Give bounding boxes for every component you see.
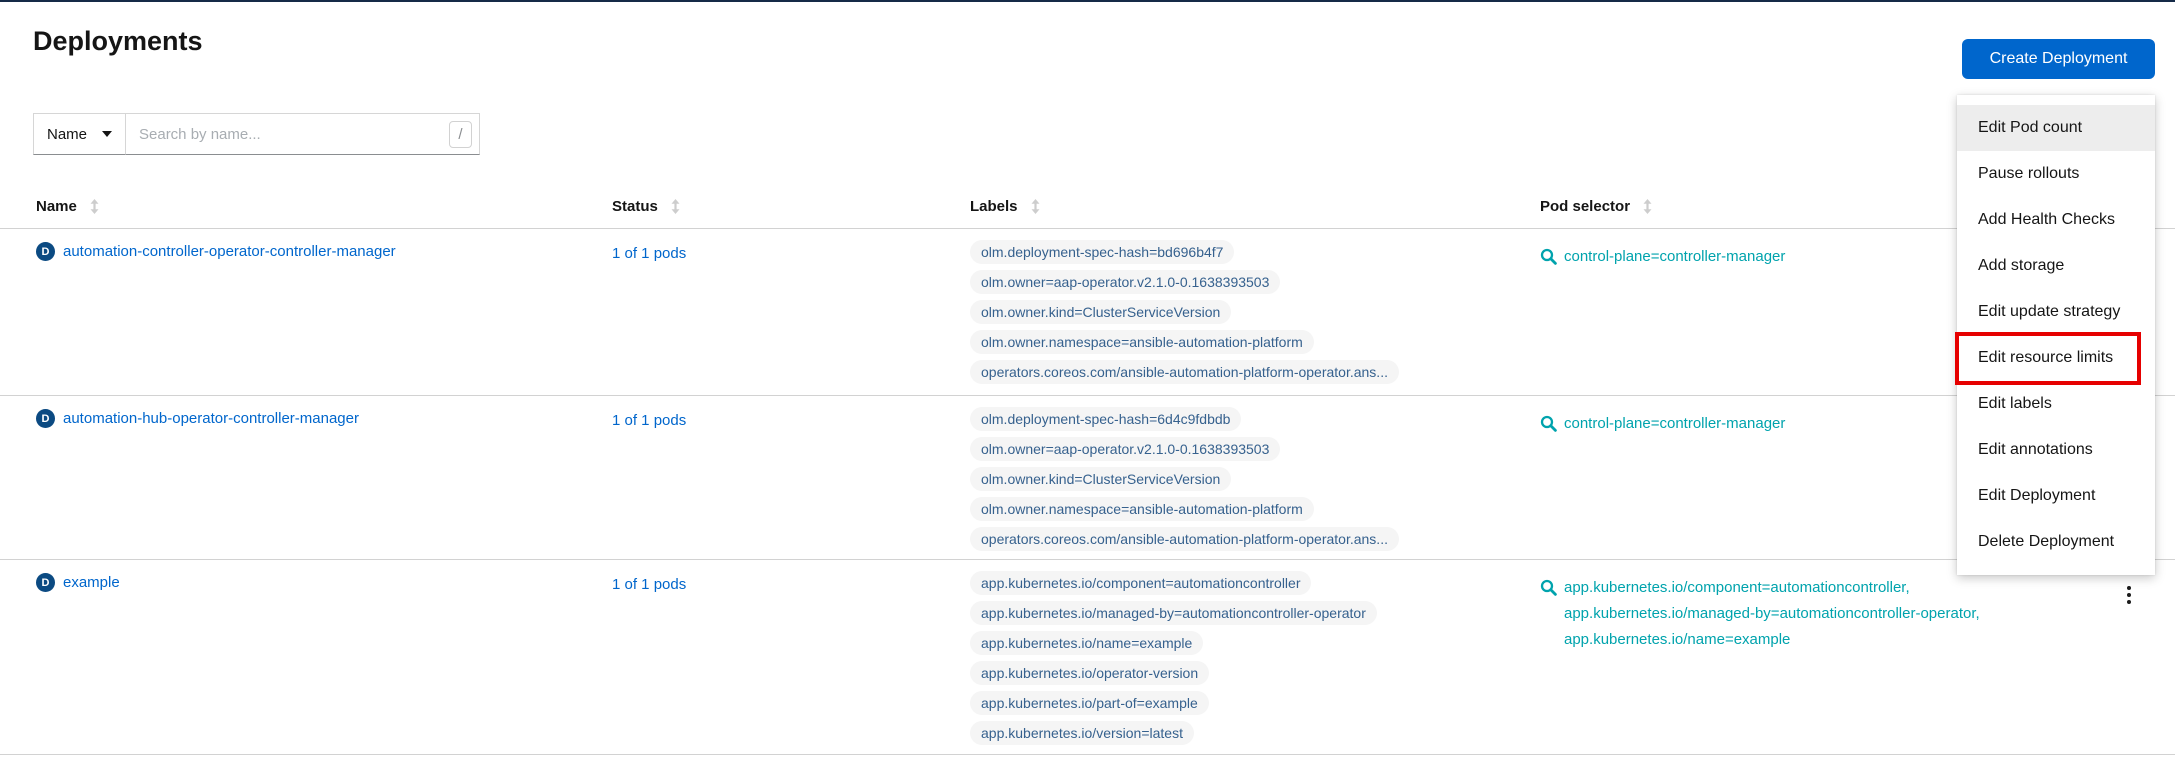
search-icon [1540, 411, 1557, 437]
label-pill[interactable]: app.kubernetes.io/part-of=example [970, 691, 1209, 715]
pod-selector-text: control-plane=controller-manager [1564, 411, 1785, 437]
name-cell: Dautomation-controller-operator-controll… [36, 242, 396, 261]
pod-selector-line: control-plane=controller-manager [1564, 244, 1785, 270]
deployments-page: Deployments Create Deployment Name / Nam… [0, 0, 2175, 765]
table-body: Dautomation-controller-operator-controll… [0, 229, 2175, 755]
labels-cell: olm.deployment-spec-hash=bd696b4f7 olm.ow… [970, 240, 1399, 384]
window-top-edge [0, 0, 2175, 2]
search-icon [1540, 575, 1557, 653]
search-input[interactable] [126, 114, 449, 154]
menu-item-edit-update-strategy[interactable]: Edit update strategy [1957, 289, 2155, 335]
column-header-label: Pod selector [1540, 198, 1630, 215]
menu-item-edit-pod-count[interactable]: Edit Pod count [1957, 105, 2155, 151]
pod-selector-line: app.kubernetes.io/managed-by=automationc… [1564, 601, 1980, 627]
menu-item-edit-annotations[interactable]: Edit annotations [1957, 427, 2155, 473]
column-header-status[interactable]: Status [612, 198, 680, 215]
column-header-label: Name [36, 198, 77, 215]
sort-icon[interactable] [1643, 199, 1652, 214]
menu-item-pause-rollouts[interactable]: Pause rollouts [1957, 151, 2155, 197]
sort-icon[interactable] [1031, 199, 1040, 214]
label-pill[interactable]: app.kubernetes.io/operator-version [970, 661, 1209, 685]
deployment-badge-icon: D [36, 573, 55, 592]
filter-type-label: Name [47, 126, 87, 143]
table-row: Dexample 1 of 1 pods app.kubernetes.io/com… [0, 560, 2175, 755]
label-pill[interactable]: app.kubernetes.io/managed-by=automationc… [970, 601, 1377, 625]
search-box: / [126, 113, 480, 155]
deployment-actions-menu: Edit Pod countPause rolloutsAdd Health C… [1957, 95, 2155, 575]
column-header-labels[interactable]: Labels [970, 198, 1040, 215]
search-icon [1540, 244, 1557, 270]
menu-item-edit-deployment[interactable]: Edit Deployment [1957, 473, 2155, 519]
column-header-name[interactable]: Name [36, 198, 99, 215]
table-row: Dautomation-controller-operator-controll… [0, 229, 2175, 396]
label-pill[interactable]: olm.owner.namespace=ansible-automation-p… [970, 330, 1314, 354]
create-deployment-button[interactable]: Create Deployment [1962, 39, 2155, 79]
deployment-name-link[interactable]: example [63, 574, 120, 591]
caret-down-icon [102, 131, 112, 137]
name-cell: Dexample [36, 573, 120, 592]
name-cell: Dautomation-hub-operator-controller-mana… [36, 409, 359, 428]
label-pill[interactable]: olm.deployment-spec-hash=6d4c9fdbdb [970, 407, 1241, 431]
menu-item-edit-resource-limits[interactable]: Edit resource limits [1957, 335, 2155, 381]
filter-toolbar: Name / [33, 113, 480, 155]
pod-status-link[interactable]: 1 of 1 pods [612, 245, 686, 262]
column-header-label: Status [612, 198, 658, 215]
label-pill[interactable]: olm.deployment-spec-hash=bd696b4f7 [970, 240, 1234, 264]
filter-type-dropdown[interactable]: Name [33, 113, 126, 155]
deployment-badge-icon: D [36, 242, 55, 261]
pod-selector-cell[interactable]: app.kubernetes.io/component=automationco… [1540, 575, 1980, 653]
menu-item-add-health-checks[interactable]: Add Health Checks [1957, 197, 2155, 243]
pod-status-link[interactable]: 1 of 1 pods [612, 576, 686, 593]
keyboard-shortcut-hint: / [449, 121, 472, 148]
deployment-name-link[interactable]: automation-controller-operator-controlle… [63, 243, 396, 260]
pod-selector-line: app.kubernetes.io/component=automationco… [1564, 575, 1980, 601]
label-pill[interactable]: app.kubernetes.io/version=latest [970, 721, 1194, 745]
deployment-badge-icon: D [36, 409, 55, 428]
sort-icon[interactable] [671, 199, 680, 214]
pod-status-link[interactable]: 1 of 1 pods [612, 412, 686, 429]
pod-selector-text: control-plane=controller-manager [1564, 244, 1785, 270]
table-row: Dautomation-hub-operator-controller-mana… [0, 396, 2175, 560]
label-pill[interactable]: olm.owner.kind=ClusterServiceVersion [970, 467, 1231, 491]
menu-item-add-storage[interactable]: Add storage [1957, 243, 2155, 289]
label-pill[interactable]: operators.coreos.com/ansible-automation-… [970, 527, 1399, 551]
label-pill[interactable]: app.kubernetes.io/component=automationco… [970, 571, 1311, 595]
pod-selector-line: app.kubernetes.io/name=example [1564, 627, 1980, 653]
pod-selector-cell[interactable]: control-plane=controller-manager [1540, 244, 1785, 270]
label-pill[interactable]: app.kubernetes.io/name=example [970, 631, 1203, 655]
menu-item-edit-labels[interactable]: Edit labels [1957, 381, 2155, 427]
page-title: Deployments [33, 26, 203, 57]
pod-selector-line: control-plane=controller-manager [1564, 411, 1785, 437]
column-header-label: Labels [970, 198, 1018, 215]
column-header-pod-selector[interactable]: Pod selector [1540, 198, 1652, 215]
kebab-menu-icon[interactable] [2119, 586, 2139, 610]
menu-item-delete-deployment[interactable]: Delete Deployment [1957, 519, 2155, 565]
deployment-name-link[interactable]: automation-hub-operator-controller-manag… [63, 410, 359, 427]
sort-icon[interactable] [90, 199, 99, 214]
label-pill[interactable]: olm.owner.kind=ClusterServiceVersion [970, 300, 1231, 324]
label-pill[interactable]: olm.owner=aap-operator.v2.1.0-0.16383935… [970, 270, 1280, 294]
labels-cell: app.kubernetes.io/component=automationco… [970, 571, 1377, 745]
label-pill[interactable]: olm.owner=aap-operator.v2.1.0-0.16383935… [970, 437, 1280, 461]
table-header-row: Name Status Labels Pod selector [0, 195, 2175, 229]
pod-selector-text: app.kubernetes.io/component=automationco… [1564, 575, 1980, 653]
labels-cell: olm.deployment-spec-hash=6d4c9fdbdb olm.o… [970, 407, 1399, 551]
label-pill[interactable]: olm.owner.namespace=ansible-automation-p… [970, 497, 1314, 521]
pod-selector-cell[interactable]: control-plane=controller-manager [1540, 411, 1785, 437]
label-pill[interactable]: operators.coreos.com/ansible-automation-… [970, 360, 1399, 384]
